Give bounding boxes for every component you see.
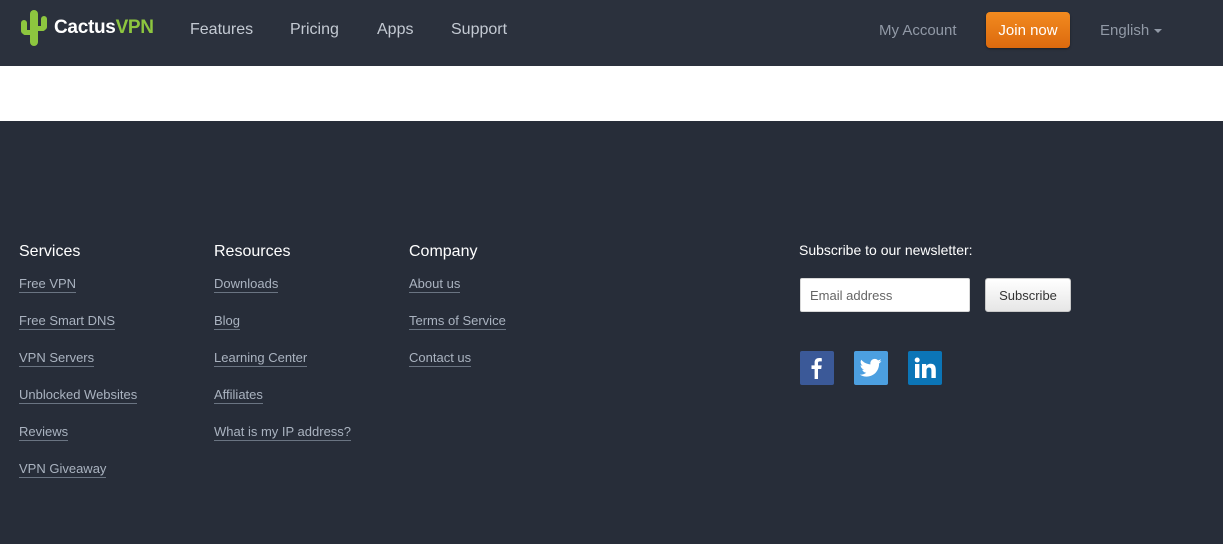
footer-column-resources: Resources Downloads Blog Learning Center…	[214, 243, 352, 460]
chevron-down-icon	[1154, 29, 1163, 34]
nav-apps[interactable]: Apps	[377, 21, 413, 39]
email-field[interactable]	[800, 278, 970, 312]
twitter-link[interactable]	[854, 351, 888, 385]
footer-link-about-us[interactable]: About us	[409, 276, 461, 293]
cactus-icon	[21, 10, 47, 46]
subscribe-button[interactable]: Subscribe	[985, 278, 1071, 312]
footer-link-blog[interactable]: Blog	[214, 313, 241, 330]
footer-link-vpn-giveaway[interactable]: VPN Giveaway	[19, 461, 107, 478]
footer-link-terms-of-service[interactable]: Terms of Service	[409, 313, 506, 330]
footer-link-what-is-my-ip[interactable]: What is my IP address?	[214, 424, 352, 441]
cactusvpn-logo[interactable]: CactusVPN	[20, 8, 154, 48]
footer-link-downloads[interactable]: Downloads	[214, 276, 279, 293]
footer-link-free-smart-dns[interactable]: Free Smart DNS	[19, 313, 116, 330]
footer-link-learning-center[interactable]: Learning Center	[214, 350, 308, 367]
top-navbar: CactusVPN Features Pricing Apps Support …	[0, 0, 1223, 66]
linkedin-link[interactable]	[908, 351, 942, 385]
footer-link-vpn-servers[interactable]: VPN Servers	[19, 350, 95, 367]
footer-link-unblocked-websites[interactable]: Unblocked Websites	[19, 387, 138, 404]
footer-column-company: Company About us Terms of Service Contac…	[409, 243, 506, 386]
footer	[0, 121, 1223, 544]
footer-link-contact-us[interactable]: Contact us	[409, 350, 472, 367]
footer-link-affiliates[interactable]: Affiliates	[214, 387, 263, 404]
content-area	[0, 66, 1223, 121]
nav-features[interactable]: Features	[190, 21, 253, 39]
column-title: Company	[409, 243, 478, 260]
join-now-button[interactable]: Join now	[986, 12, 1070, 48]
column-title: Resources	[214, 243, 291, 260]
footer-link-reviews[interactable]: Reviews	[19, 424, 69, 441]
language-label: English	[1100, 22, 1150, 39]
facebook-icon	[811, 358, 822, 379]
footer-link-free-vpn[interactable]: Free VPN	[19, 276, 77, 293]
logo-text: CactusVPN	[54, 17, 154, 38]
footer-column-services: Services Free VPN Free Smart DNS VPN Ser…	[19, 243, 138, 497]
my-account-link[interactable]: My Account	[879, 22, 957, 39]
facebook-link[interactable]	[800, 351, 834, 385]
twitter-icon	[860, 358, 882, 377]
newsletter-title: Subscribe to our newsletter:	[799, 242, 973, 258]
language-selector[interactable]: English	[1100, 22, 1163, 39]
nav-support[interactable]: Support	[451, 21, 507, 39]
column-title: Services	[19, 243, 81, 260]
linkedin-icon	[914, 357, 936, 378]
nav-pricing[interactable]: Pricing	[290, 21, 339, 39]
